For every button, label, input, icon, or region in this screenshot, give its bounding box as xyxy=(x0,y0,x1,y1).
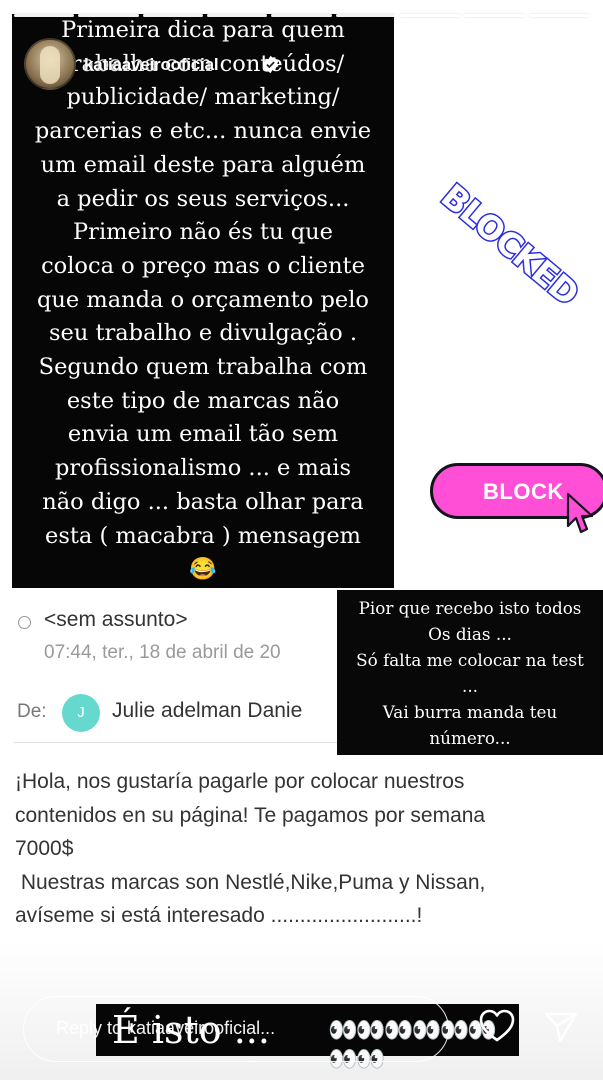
caption-line: Vai burra manda teu xyxy=(382,702,558,722)
caption-line: número... xyxy=(429,728,511,748)
unread-circle-icon xyxy=(18,616,31,629)
story-text-line: Segundo quem trabalha com xyxy=(38,354,368,381)
caption-text: Pior que recebo isto todos Os dias ... S… xyxy=(337,595,603,751)
caption-line: Pior que recebo isto todos xyxy=(358,598,582,618)
progress-segment xyxy=(78,14,139,17)
divider xyxy=(14,742,344,743)
story-text-line: profissionalismo ... e mais xyxy=(55,455,351,482)
story-text-line: um email deste para alguém xyxy=(40,151,366,178)
story-text-line: este tipo de marcas não xyxy=(66,387,340,414)
progress-segment xyxy=(464,14,525,17)
reply-input[interactable]: Reply to katiaaveirooficial... xyxy=(23,996,449,1062)
username[interactable]: katiaaveirooficial xyxy=(84,55,219,75)
verified-badge-icon xyxy=(262,55,279,74)
story-text-line: coloca o preço mas o cliente xyxy=(41,252,365,279)
progress-segment xyxy=(335,14,396,17)
play-button[interactable] xyxy=(425,38,477,90)
story-header: katiaaveirooficial xyxy=(0,30,603,100)
progress-segment xyxy=(399,14,461,17)
reply-placeholder: Reply to katiaaveirooficial... xyxy=(56,1018,276,1038)
email-date: 07:44, ter., 18 de abril de 20 xyxy=(44,642,281,663)
email-body-line: Nuestras marcas son Nestlé,Nike,Puma y N… xyxy=(15,870,486,894)
email-subject-row: <sem assunto> xyxy=(14,605,344,640)
caption-box: Pior que recebo isto todos Os dias ... S… xyxy=(337,590,603,755)
mute-icon[interactable] xyxy=(489,50,519,80)
block-button-label: BLOCK xyxy=(483,479,564,504)
progress-segment xyxy=(271,14,332,17)
email-body-line: ¡Hola, nos gustaría pagarle por colocar … xyxy=(15,770,465,793)
sender-name: Julie adelman Danie xyxy=(112,699,303,722)
story-text-line: seu trabalho e divulgação . xyxy=(48,320,358,347)
play-icon xyxy=(444,52,463,76)
from-label: De: xyxy=(17,701,47,722)
story-text-line: a pedir os seus serviços... xyxy=(56,185,350,212)
email-body-line: avíseme si está interesado .............… xyxy=(15,904,423,927)
email-subject: <sem assunto> xyxy=(44,608,188,631)
email-sender-row: De: J Julie adelman Danie xyxy=(0,689,340,737)
more-options-icon[interactable] xyxy=(540,56,580,72)
caption-line: Só falta me colocar na test xyxy=(356,650,584,670)
blocked-sticker: BLOCKED xyxy=(420,175,600,335)
story-text-line: parcerias e etc... nunca envie xyxy=(34,118,372,145)
story-text-panel: Primeira dica para quem trabalha com con… xyxy=(12,14,394,588)
progress-segment xyxy=(528,14,589,17)
story-text-line: envia um email tão sem xyxy=(67,421,339,448)
heart-icon[interactable] xyxy=(478,1008,516,1044)
progress-segment xyxy=(14,14,75,17)
story-progress-bar xyxy=(14,14,589,17)
progress-segment xyxy=(206,14,268,17)
cursor-icon xyxy=(566,492,593,534)
story-text-line: Primeiro não és tu que xyxy=(73,219,333,246)
avatar[interactable] xyxy=(24,38,76,90)
blocked-sticker-text: BLOCKED xyxy=(432,175,587,314)
send-icon[interactable] xyxy=(543,1010,579,1044)
progress-segment xyxy=(142,14,203,17)
story-text-line: que manda o orçamento pelo xyxy=(37,286,369,313)
story-text-line: não digo ... basta olhar para xyxy=(42,488,364,515)
sender-avatar: J xyxy=(62,694,100,732)
story-text-line: esta ( macabra ) mensagem xyxy=(45,522,361,549)
email-body-line: 7000$ xyxy=(15,837,74,860)
caption-line: Os dias ... xyxy=(428,624,512,644)
email-body: ¡Hola, nos gustaría pagarle por colocar … xyxy=(15,765,600,933)
email-body-line: contenidos en su página! Te pagamos por … xyxy=(15,803,486,827)
laughing-emoji: 😂 xyxy=(189,557,217,583)
caption-line: ... xyxy=(461,676,478,696)
